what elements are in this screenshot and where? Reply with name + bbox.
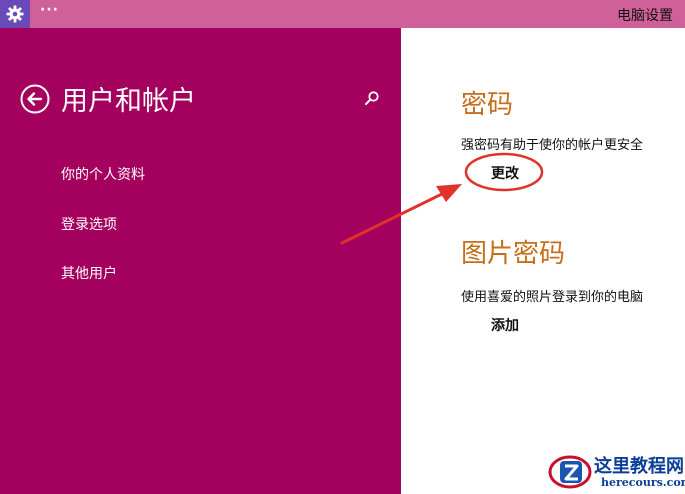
picture-password-section-title: 图片密码 (461, 239, 566, 269)
sidebar-title: 用户和帐户 (61, 86, 196, 117)
sidebar-item-profile[interactable]: 你的个人资料 (61, 164, 145, 184)
title-bar: ··· 电脑设置 (0, 0, 685, 28)
gear-icon (6, 5, 24, 23)
add-picture-password-button[interactable]: 添加 (491, 315, 519, 335)
watermark-site: herecours.com (601, 476, 685, 489)
settings-gear-button[interactable] (0, 0, 30, 28)
sidebar-item-sign-in-options[interactable]: 登录选项 (61, 214, 117, 234)
window-title: 电脑设置 (617, 8, 673, 24)
menu-dots-button[interactable]: ··· (40, 2, 59, 18)
password-description: 强密码有助于使你的帐户更安全 (461, 138, 644, 153)
back-arrow-icon[interactable] (20, 84, 50, 114)
watermark-name: 这里教程网 (594, 456, 684, 477)
password-section-title: 密码 (461, 90, 514, 120)
change-password-button[interactable]: 更改 (491, 163, 519, 183)
sidebar-item-other-users[interactable]: 其他用户 (61, 263, 117, 283)
search-icon[interactable] (364, 90, 380, 106)
picture-password-description: 使用喜爱的照片登录到你的电脑 (461, 290, 644, 305)
